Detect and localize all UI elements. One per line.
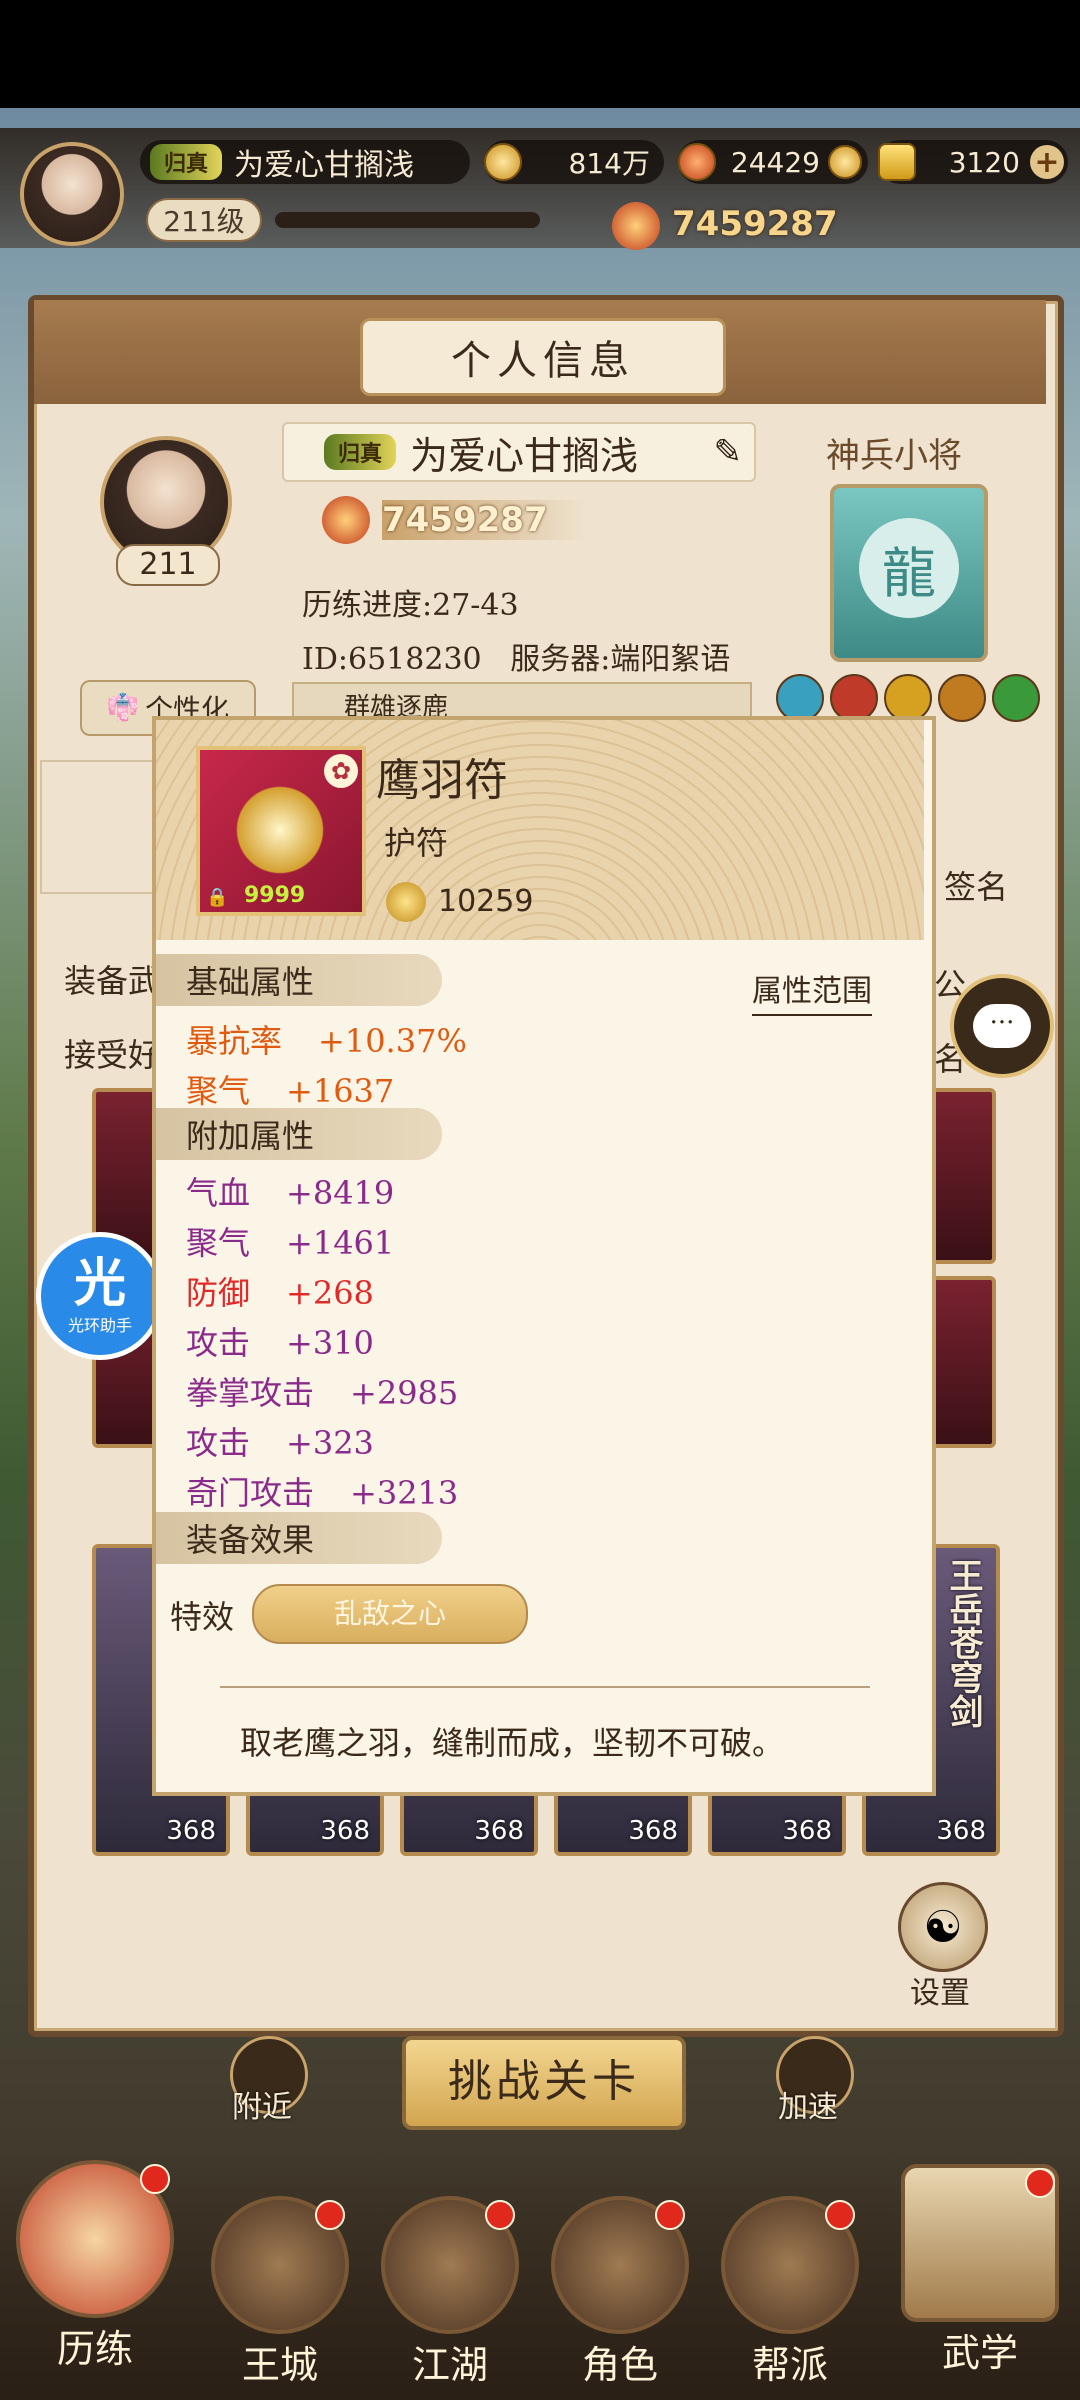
profile-level: 211 [116, 544, 220, 586]
nav-martial-arts[interactable]: 武学 [890, 2164, 1070, 2377]
effect-label: 特效 [170, 1598, 235, 1636]
guild-icon [721, 2196, 859, 2334]
settings-label[interactable]: 设置 [910, 1968, 970, 2012]
extra-stat-row: 奇门攻击 +3213 [186, 1474, 459, 1512]
signature-frame-left [40, 760, 164, 894]
character-icon [551, 2196, 689, 2334]
skill-icon[interactable] [884, 674, 932, 722]
header-power: 7459287 [672, 204, 838, 244]
power-icon [612, 202, 660, 250]
coins-counter: 814万 [484, 140, 664, 184]
nav-guild[interactable]: 帮派 [710, 2196, 870, 2389]
skill-icon[interactable] [992, 674, 1040, 722]
gold-counter: 3120 + [878, 140, 1068, 184]
vip-badge: 归真 [150, 144, 223, 180]
status-bar [0, 0, 1080, 108]
edit-name-icon[interactable]: ✎ [714, 432, 743, 472]
add-gold-button[interactable]: + [1030, 145, 1064, 180]
profile-name-plate: 归真 为爱心甘搁浅 ✎ [282, 422, 756, 482]
extra-stat-row: 防御 +268 [186, 1274, 374, 1312]
player-name: 为爱心甘搁浅 [234, 148, 415, 183]
divine-weapon-title: 神兵小将 [826, 436, 962, 476]
base-stat-row: 聚气 +1637 [186, 1072, 395, 1110]
panel-title: 个人信息 [360, 318, 726, 396]
feather-charm-icon [230, 780, 330, 880]
extra-stat-row: 气血 +8419 [186, 1174, 395, 1212]
profile-power: 7459287 [382, 500, 588, 540]
base-attributes-tab: 基础属性 [156, 954, 442, 1006]
coin-icon [484, 143, 522, 181]
speedup-label[interactable]: 加速 [778, 2082, 838, 2126]
item-name: 鹰羽符 [376, 755, 508, 806]
coins-value: 814万 [568, 147, 650, 180]
player-level: 211级 [146, 198, 262, 242]
profile-power-icon [322, 496, 370, 544]
player-avatar[interactable] [20, 142, 124, 246]
extra-stat-row: 攻击 +310 [186, 1324, 374, 1362]
nearby-label[interactable]: 附近 [232, 2082, 292, 2126]
accept-friend-text: 接受好 [64, 1036, 161, 1074]
equipment-slot[interactable] [928, 1276, 996, 1448]
score-icon [386, 882, 426, 922]
extra-stat-row: 攻击 +323 [186, 1424, 374, 1462]
attribute-range-link[interactable]: 属性范围 [752, 966, 872, 1016]
nav-jianghu[interactable]: 江湖 [370, 2196, 530, 2389]
profile-name: 为爱心甘搁浅 [410, 433, 639, 478]
item-description: 取老鹰之羽，缝制而成，坚韧不可破。 [240, 1724, 785, 1762]
settings-icon[interactable]: ☯ [898, 1882, 988, 1972]
id-server: ID:6518230 服务器:端阳絮语 [302, 642, 731, 677]
item-score: 10259 [438, 884, 534, 919]
exp-bar [275, 212, 540, 228]
chest-icon [828, 145, 862, 179]
jade-counter: 24429 [678, 140, 868, 184]
nav-adventure[interactable]: 历练 [10, 2160, 180, 2373]
item-quantity: 9999 [244, 883, 306, 908]
extra-stat-row: 聚气 +1461 [186, 1224, 395, 1262]
jade-value: 24429 [730, 145, 820, 179]
jade-icon [678, 143, 716, 181]
jianghu-icon [381, 2196, 519, 2334]
extra-attributes-tab: 附加属性 [156, 1108, 442, 1160]
city-icon [211, 2196, 349, 2334]
assistant-float-button[interactable]: 光 光环助手 [36, 1232, 164, 1360]
chat-icon: ··· [973, 1004, 1031, 1048]
dragon-emblem-icon: 龍 [859, 518, 959, 618]
item-type: 护符 [384, 824, 449, 862]
profile-vip-badge: 归真 [324, 434, 397, 470]
flower-badge-icon: ✿ [324, 754, 358, 788]
skill-dots [776, 674, 1056, 722]
nav-city[interactable]: 王城 [200, 2196, 360, 2389]
challenge-stage-button[interactable]: 挑战关卡 [402, 2036, 686, 2130]
skill-icon[interactable] [830, 674, 878, 722]
skill-icon[interactable] [938, 674, 986, 722]
hero-card-title: 王岳苍穹剑 [943, 1558, 983, 1728]
adventure-icon [16, 2160, 174, 2318]
nav-character[interactable]: 角色 [540, 2196, 700, 2389]
base-stat-row: 暴抗率 +10.37% [186, 1022, 467, 1060]
divine-weapon-banner[interactable]: 龍 [830, 484, 988, 662]
equipment-slot[interactable] [928, 1088, 996, 1264]
adventure-progress: 历练进度:27-43 [302, 588, 519, 623]
gold-value: 3120 [948, 145, 1020, 179]
player-name-bar: 归真 为爱心甘搁浅 [140, 140, 470, 184]
extra-stat-row: 拳掌攻击 +2985 [186, 1374, 459, 1412]
divider [220, 1686, 870, 1688]
chat-button[interactable]: ··· [950, 974, 1054, 1078]
equip-weapon-text: 装备武 [64, 962, 161, 1000]
lock-icon: 🔒 [206, 887, 229, 908]
equip-effect-tab: 装备效果 [156, 1512, 442, 1564]
scroll-icon [901, 2164, 1059, 2322]
effect-name-button[interactable]: 乱敌之心 [252, 1584, 528, 1644]
item-icon-frame: ✿ 🔒 9999 [196, 746, 366, 916]
skill-icon[interactable] [776, 674, 824, 722]
signature-label[interactable]: 签名 [944, 862, 1008, 908]
robe-icon: 👘 [106, 693, 140, 723]
gold-ingot-icon [878, 143, 916, 181]
